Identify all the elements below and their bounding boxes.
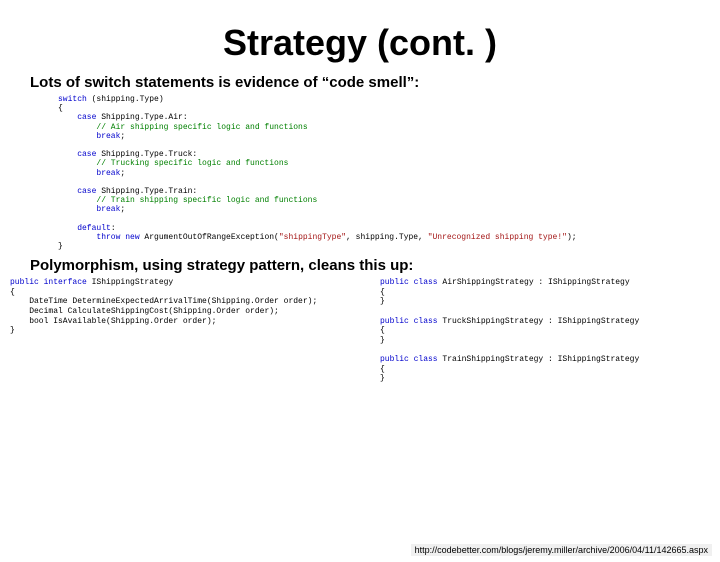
classes-code-block: public class AirShippingStrategy : IShip… <box>380 278 720 384</box>
slide-title: Strategy (cont. ) <box>0 22 720 64</box>
subhead-polymorphism: Polymorphism, using strategy pattern, cl… <box>30 257 720 274</box>
interface-code-block: public interface IShippingStrategy { Dat… <box>10 278 380 336</box>
subhead-code-smell: Lots of switch statements is evidence of… <box>30 74 720 91</box>
source-url: http://codebetter.com/blogs/jeremy.mille… <box>411 544 712 556</box>
switch-code-block: switch (shipping.Type) { case Shipping.T… <box>58 95 720 251</box>
